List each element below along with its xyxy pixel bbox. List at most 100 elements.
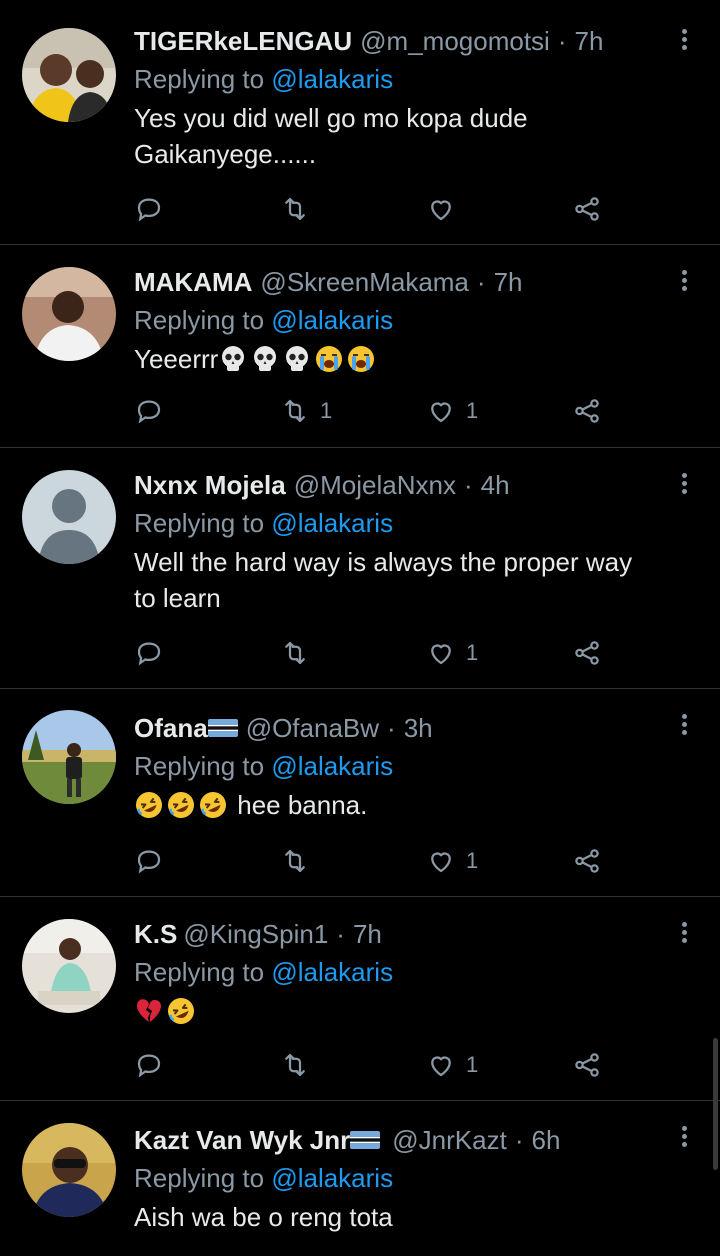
timestamp[interactable]: 7h <box>494 267 523 297</box>
scrollbar-thumb[interactable] <box>713 1038 718 1170</box>
replying-prefix: Replying to <box>134 508 265 538</box>
mention-link[interactable]: @lalakaris <box>271 751 393 781</box>
more-options-icon[interactable] <box>674 1123 694 1153</box>
retweet-icon <box>285 399 305 423</box>
mention-link[interactable]: @lalakaris <box>271 305 393 335</box>
tweet-header: Kazt Van Wyk Jnr @JnrKazt · 6h <box>134 1125 670 1155</box>
more-options-icon[interactable] <box>674 470 694 500</box>
rolling-on-floor-laughing-icon <box>136 792 162 818</box>
timestamp[interactable]: 6h <box>531 1125 560 1155</box>
tweet-text-line: hee banna. <box>237 790 368 820</box>
retweet-button[interactable] <box>280 192 320 226</box>
retweet-button[interactable] <box>280 636 320 670</box>
display-name[interactable]: K.S <box>134 919 177 949</box>
avatar[interactable] <box>22 1123 116 1217</box>
display-name[interactable]: Ofana <box>134 713 208 743</box>
skull-icon <box>254 346 277 371</box>
user-handle[interactable]: @JnrKazt <box>392 1125 507 1155</box>
reply-tweet[interactable]: Kazt Van Wyk Jnr @JnrKazt · 6h Replying … <box>0 1101 720 1256</box>
user-handle[interactable]: @OfanaBw <box>246 713 379 743</box>
mention-link[interactable]: @lalakaris <box>271 957 393 987</box>
reply-icon <box>137 850 161 874</box>
separator-dot: · <box>463 470 473 500</box>
display-name[interactable]: Nxnx Mojela <box>134 470 286 500</box>
like-count: 1 <box>466 640 479 665</box>
tweet-actions: 1 1 <box>134 394 614 428</box>
reply-icon <box>137 198 161 222</box>
user-handle[interactable]: @KingSpin1 <box>183 919 328 949</box>
user-handle[interactable]: @SkreenMakama <box>260 267 468 297</box>
reply-button[interactable] <box>134 192 164 226</box>
like-button[interactable]: 1 <box>426 394 478 428</box>
tweet-actions <box>134 192 614 226</box>
like-button[interactable] <box>426 192 466 226</box>
tweet-header: MAKAMA @SkreenMakama · 7h <box>134 267 670 297</box>
reply-tweet[interactable]: Nxnx Mojela @MojelaNxnx · 4h Replying to… <box>0 448 720 689</box>
like-icon <box>431 852 451 873</box>
mention-link[interactable]: @lalakaris <box>271 508 393 538</box>
tweet-text-line: Well the hard way is always the proper w… <box>134 547 633 577</box>
tweet-text-line: Gaikanyege...... <box>134 139 317 169</box>
user-handle[interactable]: @MojelaNxnx <box>294 470 456 500</box>
timestamp[interactable]: 4h <box>481 470 510 500</box>
reply-icon <box>137 400 161 424</box>
broken-heart-icon <box>136 999 162 1022</box>
tweet-header: K.S @KingSpin1 · 7h <box>134 919 670 949</box>
reply-tweet[interactable]: K.S @KingSpin1 · 7h Replying to @lalakar… <box>0 897 720 1101</box>
mention-link[interactable]: @lalakaris <box>271 64 393 94</box>
avatar[interactable] <box>22 710 116 804</box>
reply-button[interactable] <box>134 394 164 428</box>
share-button[interactable] <box>572 636 602 670</box>
like-button[interactable]: 1 <box>426 844 478 878</box>
more-options-icon[interactable] <box>674 711 694 741</box>
tweet-header: Nxnx Mojela @MojelaNxnx · 4h <box>134 470 670 500</box>
separator-dot: · <box>514 1125 524 1155</box>
more-options-icon[interactable] <box>674 919 694 949</box>
tweet-text: Yeeerrr <box>134 341 670 377</box>
share-button[interactable] <box>572 844 602 878</box>
tweet-actions: 1 <box>134 844 614 878</box>
separator-dot: · <box>557 26 567 56</box>
retweet-icon <box>285 849 305 873</box>
display-name[interactable]: MAKAMA <box>134 267 252 297</box>
avatar[interactable] <box>22 267 116 361</box>
user-handle[interactable]: @m_mogomotsi <box>360 26 550 56</box>
display-name[interactable]: TIGERkeLENGAU <box>134 26 352 56</box>
separator-dot: · <box>387 713 396 743</box>
replying-to-line: Replying to @lalakaris <box>134 64 670 94</box>
avatar[interactable] <box>22 28 116 122</box>
reply-button[interactable] <box>134 636 164 670</box>
replying-prefix: Replying to <box>134 64 265 94</box>
avatar[interactable] <box>22 919 116 1013</box>
reply-button[interactable] <box>134 844 164 878</box>
like-count: 1 <box>466 398 479 423</box>
timestamp[interactable]: 7h <box>575 26 604 56</box>
share-button[interactable] <box>572 1048 602 1082</box>
share-button[interactable] <box>572 394 602 428</box>
rolling-on-floor-laughing-icon <box>168 998 194 1024</box>
mention-link[interactable]: @lalakaris <box>271 1163 393 1193</box>
share-icon <box>575 1053 599 1077</box>
like-count: 1 <box>466 1052 479 1077</box>
retweet-button[interactable]: 1 <box>280 394 332 428</box>
display-name[interactable]: Kazt Van Wyk Jnr <box>134 1125 350 1155</box>
timestamp[interactable]: 7h <box>353 919 382 949</box>
reply-tweet[interactable]: Ofana @OfanaBw · 3h Replying to @lalakar… <box>0 689 720 897</box>
loudly-crying-face-icon <box>316 346 343 372</box>
default-avatar-icon <box>22 470 116 564</box>
share-button[interactable] <box>572 192 602 226</box>
reply-tweet[interactable]: MAKAMA @SkreenMakama · 7h Replying to @l… <box>0 245 720 448</box>
like-button[interactable]: 1 <box>426 1048 478 1082</box>
rolling-on-floor-laughing-icon <box>200 792 226 818</box>
avatar[interactable] <box>22 470 116 564</box>
more-options-icon[interactable] <box>674 26 694 56</box>
timestamp[interactable]: 3h <box>404 713 433 743</box>
like-button[interactable]: 1 <box>426 636 478 670</box>
tweet-actions: 1 <box>134 1048 614 1082</box>
retweet-button[interactable] <box>280 1048 320 1082</box>
tweet-text <box>134 993 670 1029</box>
retweet-button[interactable] <box>280 844 320 878</box>
reply-button[interactable] <box>134 1048 164 1082</box>
more-options-icon[interactable] <box>674 267 694 297</box>
reply-tweet[interactable]: TIGERkeLENGAU @m_mogomotsi · 7h Replying… <box>0 0 720 245</box>
